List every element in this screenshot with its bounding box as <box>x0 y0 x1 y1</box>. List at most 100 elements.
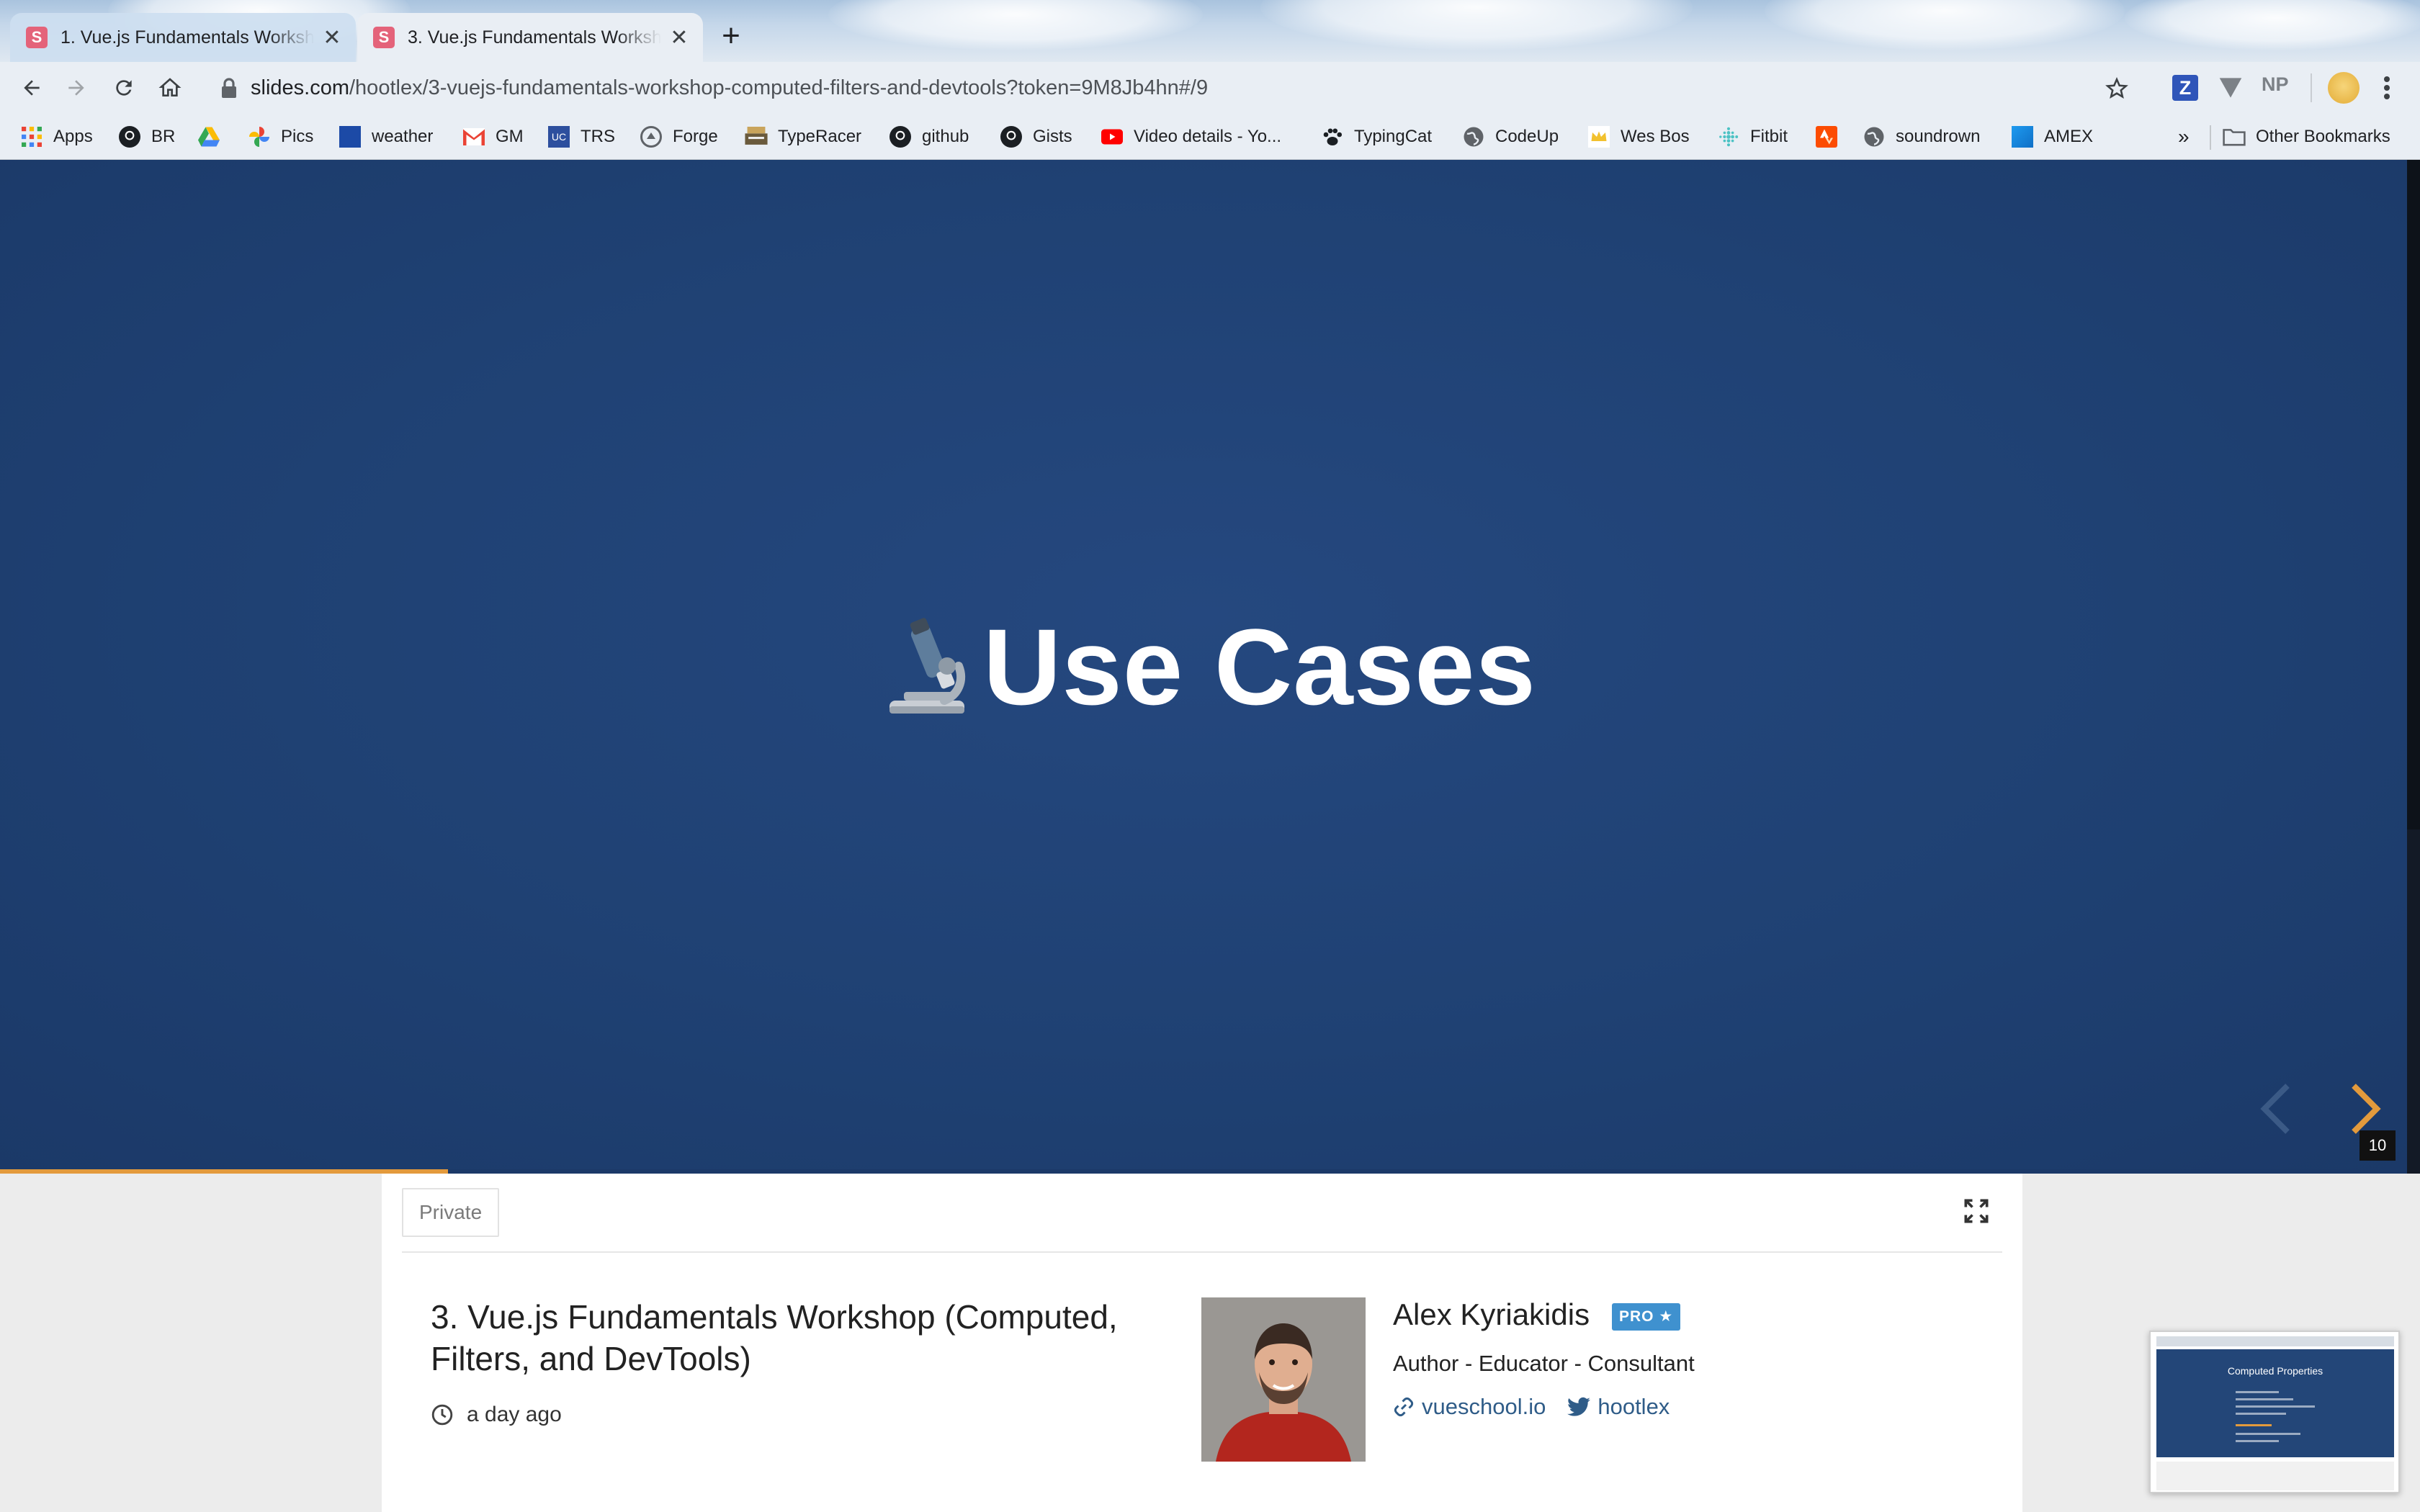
author-links: vueschool.io hootlex <box>1393 1394 1691 1420</box>
bookmark-label: Apps <box>53 127 93 146</box>
bookmarks-bar: Apps BR Pics weather GM UC TRS Forge Typ… <box>0 114 2420 160</box>
deck-date: a day ago <box>431 1403 562 1427</box>
bookmark-github[interactable]: github <box>889 124 969 150</box>
youtube-icon <box>1101 125 1124 148</box>
lock-icon <box>222 78 236 98</box>
bookmark-br[interactable]: BR <box>118 124 175 150</box>
slides-favicon-icon: S <box>373 27 395 48</box>
tab-title: 1. Vue.js Fundamentals Workshop (Compute… <box>60 27 314 48</box>
reload-button[interactable] <box>107 71 141 105</box>
fullscreen-icon[interactable] <box>1960 1195 1992 1227</box>
gmail-icon <box>462 125 485 148</box>
tab-2[interactable]: S 3. Vue.js Fundamentals Workshop (Compu… <box>357 13 703 62</box>
bookmark-weather[interactable]: weather <box>339 124 433 150</box>
thumbnail-text-line <box>2236 1440 2279 1442</box>
address-bar[interactable]: slides.com/hootlex/3-vuejs-fundamentals-… <box>205 68 2135 108</box>
url-path: /hootlex/3-vuejs-fundamentals-workshop-c… <box>349 76 1209 99</box>
twitter-icon <box>1567 1397 1591 1416</box>
new-tab-button[interactable]: + <box>713 19 749 55</box>
home-button[interactable] <box>153 71 187 105</box>
globe-icon <box>1462 125 1485 148</box>
bookmark-youtube[interactable]: Video details - Yo... <box>1101 124 1281 150</box>
bookmark-forge[interactable]: Forge <box>640 124 718 150</box>
github-icon <box>118 125 141 148</box>
apps-grid-icon <box>20 125 43 148</box>
thumbnail-text-line <box>2236 1398 2293 1400</box>
bookmark-gists[interactable]: Gists <box>1000 124 1072 150</box>
tab-1[interactable]: S 1. Vue.js Fundamentals Workshop (Compu… <box>10 13 356 62</box>
close-icon[interactable]: ✕ <box>668 25 690 50</box>
globe-icon <box>1863 125 1886 148</box>
strava-icon <box>1815 125 1838 148</box>
slide-heading: Use Cases <box>0 605 2420 729</box>
vimium-extension-icon[interactable] <box>2218 76 2243 99</box>
thumbnail-text-line <box>2236 1405 2315 1408</box>
thumbnail-info <box>2156 1462 2394 1490</box>
zoom-extension-icon[interactable]: Z <box>2172 75 2198 101</box>
visibility-badge[interactable]: Private <box>402 1188 500 1237</box>
bookmark-strava[interactable] <box>1815 124 1848 150</box>
bookmark-label: github <box>922 127 969 146</box>
bookmarks-overflow-button[interactable]: » <box>2178 124 2190 150</box>
typeracer-icon <box>745 125 768 148</box>
tab-strip: S 1. Vue.js Fundamentals Workshop (Compu… <box>0 0 2420 62</box>
star-icon[interactable] <box>2105 76 2129 101</box>
github-icon <box>889 125 912 148</box>
bookmark-gm[interactable]: GM <box>462 124 524 150</box>
np-extension-icon[interactable]: NP <box>2262 73 2289 96</box>
google-photos-icon <box>248 125 271 148</box>
thumbnail-text-line <box>2236 1413 2286 1415</box>
bookmark-label: Pics <box>281 127 314 146</box>
bookmark-drive[interactable] <box>197 124 230 150</box>
author-website-link[interactable]: vueschool.io <box>1393 1394 1546 1420</box>
bookmark-typingcat[interactable]: TypingCat <box>1321 124 1432 150</box>
other-bookmarks[interactable]: Other Bookmarks <box>2223 124 2390 150</box>
bookmark-typeracer[interactable]: TypeRacer <box>745 124 861 150</box>
folder-icon <box>2223 125 2246 148</box>
bookmark-trs[interactable]: UC TRS <box>547 124 615 150</box>
crown-icon <box>1587 125 1610 148</box>
slide-title-text: Use Cases <box>983 606 1536 727</box>
bookmark-label: TypeRacer <box>778 127 862 146</box>
author-website: vueschool.io <box>1422 1394 1546 1419</box>
author-twitter-link[interactable]: hootlex <box>1567 1394 1670 1420</box>
thumbnail-text-line <box>2236 1391 2279 1393</box>
bookmark-pics[interactable]: Pics <box>248 124 313 150</box>
author-avatar[interactable] <box>1201 1297 1366 1462</box>
bookmark-apps[interactable]: Apps <box>20 124 93 150</box>
bookmark-soundrown[interactable]: soundrown <box>1863 124 1980 150</box>
toolbar-divider <box>2311 73 2312 102</box>
trs-icon: UC <box>547 125 570 148</box>
profile-avatar[interactable] <box>2328 72 2360 104</box>
back-button[interactable] <box>14 71 49 105</box>
more-menu-icon[interactable] <box>2377 75 2397 101</box>
slide-preview-thumbnail[interactable]: Computed Properties <box>2149 1331 2400 1493</box>
next-slide-icon[interactable] <box>2342 1080 2385 1138</box>
microscope-icon <box>889 617 966 714</box>
previous-slide-icon[interactable] <box>2256 1080 2299 1138</box>
bookmark-wesbos[interactable]: Wes Bos <box>1587 124 1690 150</box>
slides-favicon-icon: S <box>26 27 48 48</box>
link-icon <box>1394 1397 1414 1417</box>
github-icon <box>1000 125 1023 148</box>
tab-title: 3. Vue.js Fundamentals Workshop (Compute… <box>408 27 661 48</box>
bookmark-label: TypingCat <box>1354 127 1433 146</box>
reload-icon <box>116 80 132 96</box>
close-icon[interactable]: ✕ <box>321 25 343 50</box>
forward-button[interactable] <box>59 71 94 105</box>
author-name[interactable]: Alex Kyriakidis <box>1393 1297 1590 1332</box>
author-photo <box>1201 1297 1366 1462</box>
bookmark-label: Wes Bos <box>1621 127 1690 146</box>
bookmark-label: AMEX <box>2044 127 2094 146</box>
bookmark-amex[interactable]: AMEX <box>2011 124 2093 150</box>
bookmark-label: weather <box>372 127 434 146</box>
fitbit-icon <box>1717 125 1740 148</box>
bookmark-fitbit[interactable]: Fitbit <box>1717 124 1788 150</box>
thumbnail-text-line <box>2236 1433 2300 1435</box>
deck-date-text: a day ago <box>467 1403 562 1426</box>
star-icon: ★ <box>1659 1308 1674 1325</box>
arrow-right-icon <box>68 80 84 96</box>
bookmark-codeup[interactable]: CodeUp <box>1462 124 1559 150</box>
home-icon <box>158 78 182 96</box>
bookmark-label: Other Bookmarks <box>2256 127 2390 146</box>
